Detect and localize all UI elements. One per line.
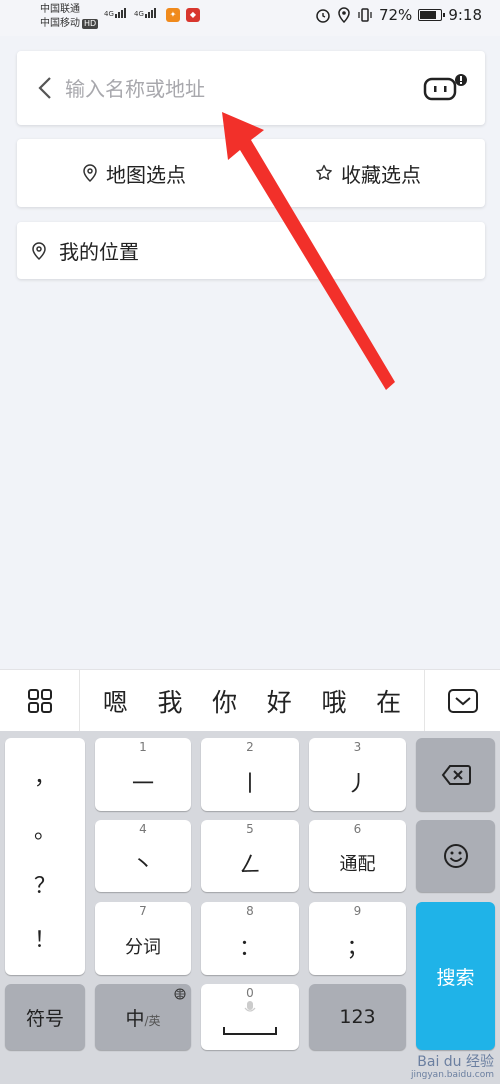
key-label: ； [346, 935, 369, 961]
hd-badge: HD [82, 19, 99, 29]
wildcard-key[interactable]: 6 通配 [309, 820, 406, 892]
language-switch-key[interactable]: 中/英 [95, 984, 191, 1050]
key-number: 3 [353, 740, 362, 754]
location-icon [338, 7, 350, 23]
key-number: 2 [246, 740, 254, 754]
location-pin-icon [32, 241, 46, 260]
punct-key[interactable]: ， [34, 759, 56, 791]
stroke-key-1[interactable]: 1一 [95, 738, 191, 811]
alarm-icon [316, 9, 330, 23]
pick-options: 地图选点 收藏选点 [17, 139, 485, 207]
symbol-key[interactable]: 符号 [5, 984, 85, 1050]
map-pick-label: 地图选点 [106, 162, 186, 187]
key-label: ： [238, 935, 261, 961]
app-notification-icon: ✦ [166, 8, 180, 22]
key-number: 5 [246, 822, 254, 836]
backspace-icon [441, 764, 471, 785]
voice-assistant-icon[interactable] [423, 73, 469, 105]
punct-key[interactable]: ！ [34, 922, 56, 954]
keyboard-menu-button[interactable] [0, 669, 80, 732]
key-number: 1 [139, 740, 147, 754]
keyboard: ， 。 ？ ！ 1一 2丨 3丿 4丶 5ㄥ 6 通配 7 分词 8： 9； 搜索 … [0, 731, 500, 1084]
favorite-pick-button[interactable]: 收藏选点 [251, 139, 485, 207]
grid-icon [27, 688, 52, 713]
status-bar: 中国联通 中国移动 HD 4G 4G ✦ ◆ 72% 9:18 [0, 0, 500, 36]
signal-icon-1: 4G [104, 8, 126, 18]
network-type-1: 4G [104, 10, 114, 18]
globe-icon [174, 988, 186, 1000]
candidate-word[interactable]: 嗯 [103, 683, 128, 719]
battery-percent: 72% [378, 6, 413, 24]
key-label: 丶 [131, 853, 154, 878]
carrier-2: 中国移动 [40, 18, 80, 29]
key-number: 6 [353, 822, 362, 836]
number-switch-key[interactable]: 123 [309, 984, 406, 1050]
key-label: 分词 [125, 936, 161, 958]
segment-key[interactable]: 7 分词 [95, 902, 191, 975]
punct-key[interactable]: ？ [34, 868, 56, 900]
punctuation-column: ， 。 ？ ！ [5, 738, 85, 975]
carrier-1: 中国联通 [40, 4, 80, 15]
semicolon-key[interactable]: 9； [309, 902, 406, 975]
key-number: 4 [139, 822, 147, 836]
stroke-key-2[interactable]: 2丨 [201, 738, 299, 811]
clock: 9:18 [448, 6, 482, 24]
watermark: Bai du 经验 jingyan.baidu.com [410, 1054, 494, 1082]
battery-icon [418, 9, 446, 21]
space-key[interactable]: 0 [201, 984, 299, 1050]
stroke-key-5[interactable]: 5ㄥ [201, 820, 299, 892]
search-input[interactable] [65, 73, 405, 105]
lang-alt-label: /英 [144, 1013, 161, 1028]
key-label: 丨 [238, 771, 261, 797]
favorite-pick-label: 收藏选点 [341, 162, 421, 187]
my-location-button[interactable]: 我的位置 [17, 222, 485, 279]
lang-main-label: 中 [125, 1007, 145, 1030]
key-label: 通配 [339, 854, 376, 875]
key-number: 9 [353, 904, 362, 918]
emoji-key[interactable] [416, 820, 495, 892]
key-number: 8 [246, 904, 254, 918]
candidate-word[interactable]: 你 [212, 683, 237, 719]
watermark-text: Bai du 经验 [417, 1054, 494, 1070]
stroke-key-3[interactable]: 3丿 [309, 738, 406, 811]
signal-icon-2: 4G [134, 8, 156, 18]
watermark-url: jingyan.baidu.com [410, 1070, 494, 1080]
candidate-word[interactable]: 我 [157, 683, 182, 719]
key-number: 0 [246, 986, 254, 1000]
key-label: 丿 [346, 771, 369, 797]
keyboard-toolbar: 嗯 我 你 好 哦 在 [0, 669, 500, 732]
symbol-key-label: 符号 [25, 1007, 64, 1030]
backspace-key[interactable] [416, 738, 495, 811]
candidate-word[interactable]: 好 [267, 683, 292, 719]
smiley-icon [443, 844, 468, 868]
number-key-label: 123 [339, 1006, 376, 1028]
vibrate-icon [358, 8, 372, 22]
key-label: ㄥ [238, 853, 261, 878]
app-notification-icon-2: ◆ [186, 8, 200, 22]
search-key-label: 搜索 [436, 966, 475, 989]
star-icon [316, 164, 332, 180]
search-bar [17, 51, 485, 125]
microphone-icon [244, 1001, 256, 1012]
system-icons: 72% 9:18 [315, 6, 482, 24]
keyboard-hide-icon [447, 688, 478, 713]
candidate-word[interactable]: 哦 [321, 683, 346, 719]
map-pin-icon [83, 164, 97, 182]
punct-key[interactable]: 。 [34, 813, 56, 845]
space-bar-icon [223, 1027, 277, 1035]
stroke-key-4[interactable]: 4丶 [95, 820, 191, 892]
search-key[interactable]: 搜索 [416, 902, 495, 1050]
key-label: 一 [131, 771, 154, 797]
candidate-word[interactable]: 在 [376, 683, 401, 719]
my-location-label: 我的位置 [59, 240, 139, 264]
colon-key[interactable]: 8： [201, 902, 299, 975]
map-pick-button[interactable]: 地图选点 [17, 139, 251, 207]
back-icon[interactable] [33, 75, 59, 101]
candidate-bar: 嗯 我 你 好 哦 在 [80, 683, 424, 719]
key-number: 7 [139, 904, 147, 918]
network-type-2: 4G [134, 10, 144, 18]
collapse-keyboard-button[interactable] [424, 669, 500, 732]
carrier-info: 中国联通 中国移动 HD [40, 3, 99, 31]
